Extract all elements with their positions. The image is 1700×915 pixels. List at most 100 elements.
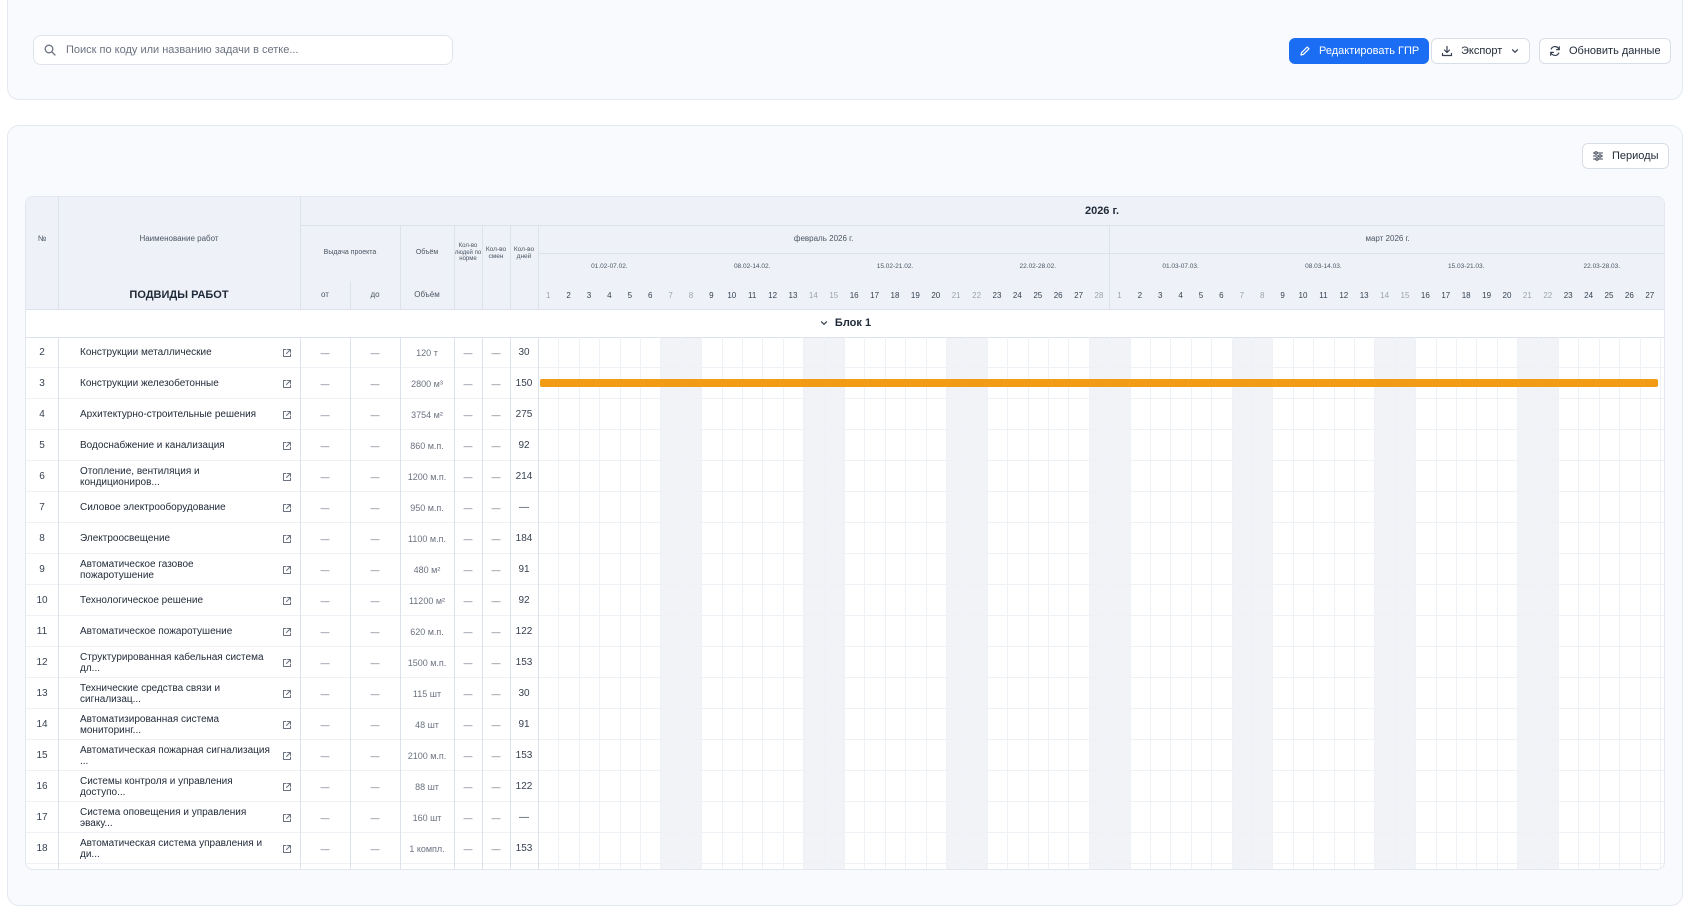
table-row[interactable]: 6 — — 1200 м.п. — — 214 Отопление, вентиляция и…	[26, 461, 1664, 492]
external-link-icon[interactable]	[278, 585, 296, 616]
grid-line	[1394, 337, 1396, 869]
row-to: —	[370, 657, 380, 668]
row-to: —	[370, 533, 380, 544]
external-link-icon[interactable]	[278, 399, 296, 430]
day-header: 14	[1380, 290, 1390, 300]
row-name[interactable]: Отопление, вентиляция и кондициониров...	[80, 461, 270, 492]
grid-line	[680, 337, 682, 869]
external-link-icon[interactable]	[278, 368, 296, 399]
day-header: 2	[1137, 290, 1143, 300]
column-separator	[510, 337, 511, 869]
table-row[interactable]: 16 — — 88 шт — — 122 Системы контроля и управле…	[26, 771, 1664, 802]
grid-line	[905, 337, 907, 869]
edit-gpr-button[interactable]: Редактировать ГПР	[1289, 38, 1430, 64]
external-link-icon[interactable]	[278, 461, 296, 492]
external-link-icon[interactable]	[278, 771, 296, 802]
row-name[interactable]: Автоматизированная система мониторинг...	[80, 709, 270, 740]
row-n: 5	[39, 440, 45, 451]
row-people: —	[463, 843, 473, 854]
external-link-icon[interactable]	[278, 554, 296, 585]
search-box[interactable]	[33, 35, 453, 65]
day-header: 19	[1482, 290, 1492, 300]
table-row[interactable]: 12 — — 1500 м.п. — — 153 Структурированная кабе…	[26, 647, 1664, 678]
table-row[interactable]: 11 — — 620 м.п. — — 122 Автоматическое пожароту…	[26, 616, 1664, 647]
header-days: Кол-во дней	[513, 245, 535, 260]
row-from: —	[320, 440, 330, 451]
table-row[interactable]: 9 — — 480 м² — — 91 Автоматическое газовое пожа…	[26, 554, 1664, 585]
external-link-icon[interactable]	[278, 833, 296, 864]
row-n: 10	[36, 595, 48, 606]
gantt-bar[interactable]	[540, 379, 1658, 387]
table-row[interactable]: 2 — — 120 т — — 30 Конструкции металлические	[26, 337, 1664, 368]
table-row[interactable]: 18 — — 1 компл. — — 153 Автоматическая система …	[26, 833, 1664, 864]
refresh-data-button[interactable]: Обновить данные	[1539, 38, 1671, 64]
row-to: —	[370, 688, 380, 699]
row-name[interactable]: Конструкции железобетонные	[80, 368, 270, 399]
grid-line	[966, 337, 968, 869]
group-row[interactable]: Блок 1	[26, 309, 1664, 337]
day-header: 7	[668, 290, 673, 300]
table-row[interactable]: 19——64 шт——122Видеонаблюдение	[26, 864, 1664, 869]
external-link-icon[interactable]	[278, 616, 296, 647]
row-from: —	[320, 626, 330, 637]
row-name[interactable]: Технические средства связи и сигнализац.…	[80, 678, 270, 709]
row-name[interactable]: Автоматическая система управления и ди..…	[80, 833, 270, 864]
export-button[interactable]: Экспорт	[1431, 38, 1531, 64]
week-feb-4: 22.02-28.02.	[1019, 263, 1057, 271]
table-row[interactable]: 7 — — 950 м.п. — — — Силовое электрооборудовани…	[26, 492, 1664, 523]
external-link-icon[interactable]	[278, 430, 296, 461]
external-link-icon[interactable]	[278, 678, 296, 709]
header-volume: Объём	[415, 249, 439, 257]
external-link-icon[interactable]	[278, 492, 296, 523]
row-people: —	[463, 564, 473, 575]
table-row[interactable]: 5 — — 860 м.п. — — 92 Водоснабжение и канализац…	[26, 430, 1664, 461]
table-row[interactable]: 4 — — 3754 м² — — 275 Архитектурно-строительные…	[26, 399, 1664, 430]
row-from: —	[320, 595, 330, 606]
refresh-icon	[1550, 45, 1560, 57]
row-n: 16	[36, 781, 48, 792]
external-link-icon[interactable]	[278, 337, 296, 368]
external-link-icon[interactable]	[278, 523, 296, 554]
row-name[interactable]: Автоматическая пожарная сигнализация ...	[80, 740, 270, 771]
week-feb-1: 01.02-07.02.	[591, 263, 628, 271]
chevron-down-icon[interactable]	[819, 318, 829, 328]
header-people: Кол-во людей по норме	[454, 243, 482, 263]
table-row[interactable]: 13 — — 115 шт — — 30 Технические средства связи…	[26, 678, 1664, 709]
row-volume: 1 компл.	[409, 843, 445, 854]
grid-line	[782, 337, 784, 869]
row-name[interactable]: Автоматическое пожаротушение	[80, 616, 270, 647]
table-row[interactable]: 15 — — 2100 м.п. — — 153 Автоматическая пожарна…	[26, 740, 1664, 771]
row-people: —	[463, 595, 473, 606]
month-february: февраль 2026 г.	[793, 233, 854, 243]
row-days: 91	[518, 719, 530, 730]
row-name[interactable]: Технологическое решение	[80, 585, 270, 616]
table-row[interactable]: 14 — — 48 шт — — 91 Автоматизированная система …	[26, 709, 1664, 740]
row-name[interactable]: Система оповещения и управления эваку...	[80, 802, 270, 833]
grid-line	[844, 337, 845, 869]
row-name[interactable]: Видеонаблюдение	[80, 864, 270, 869]
external-link-icon[interactable]	[278, 740, 296, 771]
day-header: 10	[1298, 290, 1308, 300]
row-name[interactable]: Автоматическое газовое пожаротушение	[80, 554, 270, 585]
row-to: —	[370, 843, 380, 854]
row-n: 2	[39, 347, 45, 358]
row-name[interactable]: Структурированная кабельная система дл..…	[80, 647, 270, 678]
table-row[interactable]: 10 — — 11200 м² — — 92 Технологическое решение	[26, 585, 1664, 616]
row-name[interactable]: Конструкции металлические	[80, 337, 270, 368]
header-volume-sub: Объём	[414, 289, 440, 299]
row-days: 184	[515, 533, 533, 544]
external-link-icon[interactable]	[278, 709, 296, 740]
row-days: 275	[515, 409, 533, 420]
row-name[interactable]: Водоснабжение и канализация	[80, 430, 270, 461]
external-link-icon[interactable]	[278, 864, 296, 869]
row-name[interactable]: Электроосвещение	[80, 523, 270, 554]
search-input[interactable]	[64, 43, 438, 57]
row-name[interactable]: Системы контроля и управления доступо...	[80, 771, 270, 802]
table-row[interactable]: 17 — — 160 шт — — — Система оповещения и управл…	[26, 802, 1664, 833]
external-link-icon[interactable]	[278, 802, 296, 833]
row-name[interactable]: Силовое электрооборудование	[80, 492, 270, 523]
row-name[interactable]: Архитектурно-строительные решения	[80, 399, 270, 430]
external-link-icon[interactable]	[278, 647, 296, 678]
table-row[interactable]: 8 — — 1100 м.п. — — 184 Электроосвещение	[26, 523, 1664, 554]
periods-button[interactable]: Периоды	[1582, 143, 1669, 169]
